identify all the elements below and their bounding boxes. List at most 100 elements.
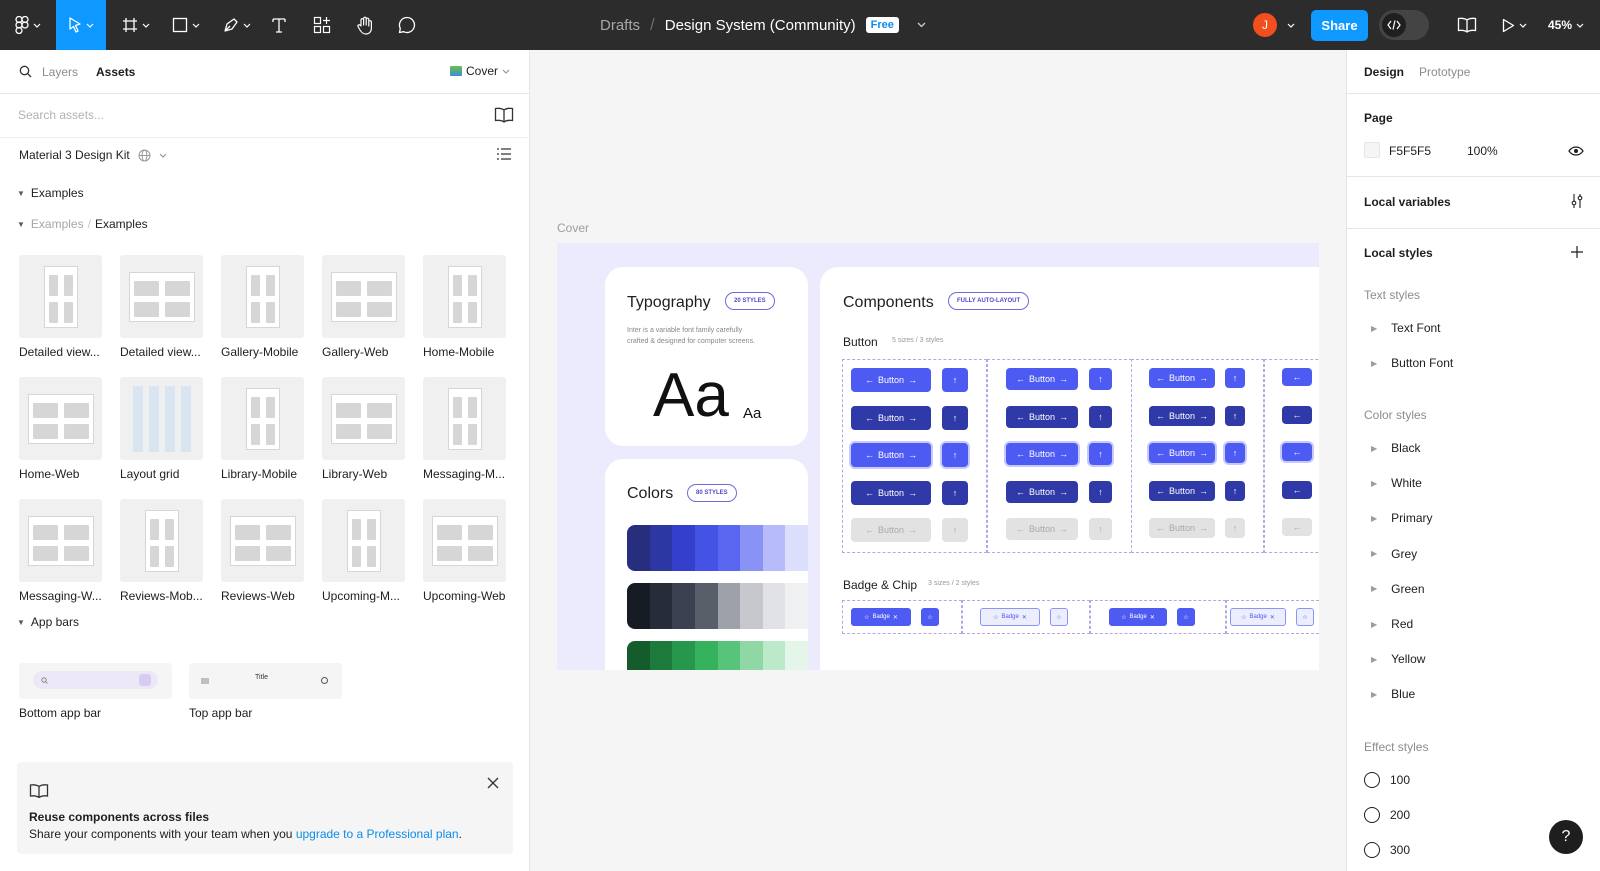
tab-prototype[interactable]: Prototype [1419, 65, 1470, 79]
color-style-item[interactable]: ▶ Black [1371, 441, 1421, 455]
page-selector[interactable]: Cover [450, 64, 510, 78]
icon-button-variant[interactable]: ↑ [942, 481, 968, 505]
file-name[interactable]: Design System (Community) [665, 17, 856, 34]
button-variant[interactable]: ← Button → [1149, 443, 1215, 463]
icon-button-variant[interactable]: ↑ [942, 443, 968, 467]
bottom-app-bar-thumbnail[interactable] [19, 663, 172, 699]
present-button[interactable] [1496, 0, 1532, 50]
components-card[interactable]: Components FULLY AUTO-LAYOUT Button 5 si… [820, 267, 1319, 670]
text-style-item[interactable]: ▶ Text Font [1371, 321, 1441, 335]
button-variant[interactable]: ← Button → [851, 518, 931, 542]
icon-button-variant[interactable]: ↑ [1225, 406, 1245, 426]
color-style-item[interactable]: ▶ Green [1371, 582, 1425, 596]
resources-button[interactable] [307, 0, 337, 50]
icon-button-variant[interactable]: ↑ [942, 368, 968, 392]
button-variant[interactable]: ← Button → [1006, 518, 1078, 540]
example-thumbnail[interactable] [322, 255, 405, 338]
button-variant[interactable]: ← Button → [851, 368, 931, 392]
badge-chip-variant[interactable]: ☆ Badge ✕ [851, 608, 911, 626]
icon-button-variant[interactable]: ↑ [1089, 481, 1112, 503]
typography-card[interactable]: Typography 20 STYLES Inter is a variable… [605, 267, 808, 446]
zoom-menu[interactable]: 45% [1542, 0, 1590, 50]
button-variant[interactable]: ← [1282, 368, 1312, 386]
icon-button-variant[interactable]: ↑ [1225, 481, 1245, 501]
plan-badge[interactable]: Free [865, 17, 899, 33]
example-thumbnail[interactable] [19, 377, 102, 460]
visibility-eye-icon[interactable] [1568, 146, 1584, 156]
text-style-item[interactable]: ▶ Button Font [1371, 356, 1453, 370]
chevron-down-icon[interactable] [917, 22, 926, 28]
badge-icon-variant[interactable]: ☆ [1050, 608, 1068, 626]
tab-assets[interactable]: Assets [96, 65, 135, 79]
design-canvas[interactable]: Cover Typography 20 STYLES Inter is a va… [530, 50, 1346, 871]
button-variant[interactable]: ← Button → [1006, 406, 1078, 428]
share-button[interactable]: Share [1311, 10, 1368, 41]
button-variant[interactable]: ← [1282, 481, 1312, 499]
example-thumbnail[interactable] [423, 255, 506, 338]
button-variant[interactable]: ← Button → [1006, 368, 1078, 390]
example-thumbnail[interactable] [19, 499, 102, 582]
icon-button-variant[interactable]: ↑ [1089, 518, 1112, 540]
book-open-icon[interactable] [494, 107, 514, 123]
main-menu-button[interactable] [8, 0, 48, 50]
button-variant[interactable]: ← [1282, 406, 1312, 424]
cover-frame[interactable]: Typography 20 STYLES Inter is a variable… [557, 243, 1319, 670]
badge-icon-variant[interactable]: ☆ [1177, 608, 1195, 626]
example-thumbnail[interactable] [221, 499, 304, 582]
example-thumbnail[interactable] [322, 377, 405, 460]
colors-card[interactable]: Colors 80 STYLES [605, 459, 808, 670]
effect-style-item[interactable]: 300 [1364, 842, 1410, 858]
color-style-item[interactable]: ▶ White [1371, 476, 1422, 490]
color-style-item[interactable]: ▶ Primary [1371, 511, 1433, 525]
icon-button-variant[interactable]: ↑ [1225, 368, 1245, 388]
button-variant[interactable]: ← Button → [851, 481, 931, 505]
frame-label-cover[interactable]: Cover [557, 221, 589, 235]
page-opacity-value[interactable]: 100% [1467, 144, 1498, 158]
example-thumbnail[interactable] [423, 499, 506, 582]
close-icon[interactable] [487, 777, 499, 789]
icon-button-variant[interactable]: ↑ [1089, 368, 1112, 390]
example-thumbnail[interactable] [423, 377, 506, 460]
color-style-item[interactable]: ▶ Yellow [1371, 652, 1425, 666]
button-variant[interactable]: ← Button → [1149, 368, 1215, 388]
hand-tool-button[interactable] [350, 0, 380, 50]
chevron-down-icon[interactable] [1287, 23, 1295, 28]
user-avatar[interactable]: J [1253, 13, 1277, 37]
frame-tool-button[interactable] [114, 0, 158, 50]
icon-button-variant[interactable]: ↑ [942, 406, 968, 430]
tab-design[interactable]: Design [1364, 65, 1404, 79]
effect-style-item[interactable]: 200 [1364, 807, 1410, 823]
example-thumbnail[interactable] [322, 499, 405, 582]
text-tool-button[interactable] [264, 0, 294, 50]
icon-button-variant[interactable]: ↑ [1089, 443, 1112, 465]
button-variant[interactable]: ← Button → [851, 443, 931, 467]
icon-button-variant[interactable]: ↑ [1089, 406, 1112, 428]
tab-layers[interactable]: Layers [42, 65, 78, 79]
color-style-item[interactable]: ▶ Grey [1371, 547, 1417, 561]
search-assets-input[interactable]: Search assets... [18, 108, 104, 122]
example-thumbnail[interactable] [19, 255, 102, 338]
search-icon[interactable] [19, 65, 32, 78]
section-app-bars[interactable]: ▼ App bars [17, 615, 79, 629]
comment-tool-button[interactable] [392, 0, 422, 50]
breadcrumb-drafts[interactable]: Drafts [600, 17, 640, 34]
top-app-bar-thumbnail[interactable]: Title [189, 663, 342, 699]
icon-button-variant[interactable]: ↑ [942, 518, 968, 542]
pen-tool-button[interactable] [214, 0, 258, 50]
button-variant[interactable]: ← Button → [851, 406, 931, 430]
variables-settings-icon[interactable] [1571, 194, 1583, 208]
effect-style-item[interactable]: 100 [1364, 772, 1410, 788]
icon-button-variant[interactable]: ↑ [1225, 443, 1245, 463]
badge-chip-variant[interactable]: ☆ Badge ✕ [1230, 608, 1286, 626]
button-variant[interactable]: ← Button → [1006, 443, 1078, 465]
badge-icon-variant[interactable]: ☆ [1296, 608, 1314, 626]
page-color-value[interactable]: F5F5F5 [1389, 144, 1431, 158]
example-thumbnail[interactable] [120, 499, 203, 582]
color-style-item[interactable]: ▶ Red [1371, 617, 1413, 631]
library-selector[interactable]: Material 3 Design Kit [19, 148, 167, 162]
example-thumbnail[interactable] [221, 255, 304, 338]
page-color-swatch[interactable] [1364, 142, 1380, 158]
button-variant[interactable]: ← Button → [1149, 406, 1215, 426]
badge-icon-variant[interactable]: ☆ [921, 608, 939, 626]
button-variant[interactable]: ← Button → [1149, 481, 1215, 501]
